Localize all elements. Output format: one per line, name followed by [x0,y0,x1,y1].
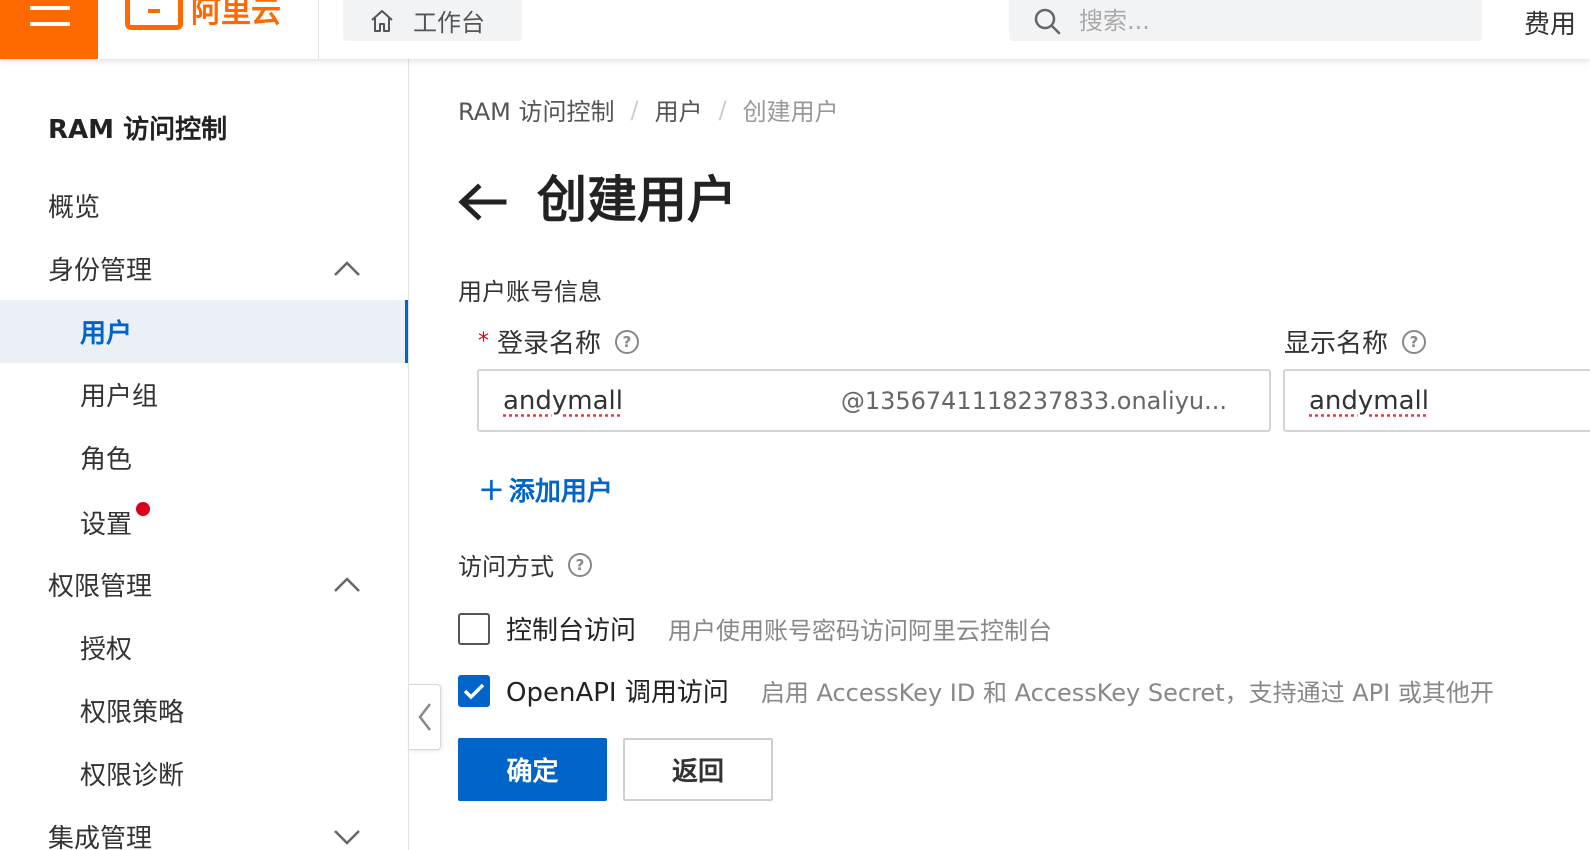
console-access-checkbox[interactable] [458,613,490,645]
display-name-label: 显示名称 ? [1284,323,1426,360]
access-section-title: 访问方式 ? [458,547,592,582]
sidebar-item-policies[interactable]: 权限策略 [0,679,409,742]
sidebar-item-overview[interactable]: 概览 [0,174,409,237]
brand-name: 阿里云 [191,0,281,28]
login-name-value: andymall [479,386,623,416]
openapi-access-option[interactable]: OpenAPI 调用访问 启用 AccessKey ID 和 AccessKey… [458,672,1494,709]
login-name-label: * 登录名称 ? [478,323,639,360]
add-user-button[interactable]: + 添加用户 [478,470,613,508]
display-name-value: andymall [1285,386,1429,416]
confirm-button[interactable]: 确定 [458,738,607,801]
sidebar-item-label: 权限策略 [80,692,184,729]
menu-icon-line [30,6,70,10]
sidebar-item-label: 集成管理 [48,818,152,850]
sidebar-group-identity[interactable]: 身份管理 [0,237,409,300]
login-name-domain-suffix: @1356741118237833.onaliyu... [841,387,1227,415]
console-access-label: 控制台访问 [506,610,636,647]
chevron-up-icon [333,255,361,283]
account-section-title: 用户账号信息 [458,272,602,307]
sidebar: RAM 访问控制 概览 身份管理 用户 用户组 角色 设置 权限管理 授权 权限… [0,59,409,850]
sidebar-group-integration[interactable]: 集成管理 [0,805,409,850]
sidebar-item-label: 授权 [80,629,132,666]
sidebar-title: RAM 访问控制 [48,109,227,146]
sidebar-item-user-groups[interactable]: 用户组 [0,363,409,426]
help-icon[interactable]: ? [615,330,639,354]
sidebar-item-label: 权限管理 [48,566,152,603]
sidebar-item-label: 权限诊断 [80,755,184,792]
sidebar-item-label: 用户 [80,313,132,350]
add-user-label: 添加用户 [509,471,613,508]
sidebar-item-users[interactable]: 用户 [0,300,409,363]
checkmark-icon [463,682,485,700]
required-marker: * [478,329,489,354]
menu-icon-line [30,22,70,26]
sidebar-item-roles[interactable]: 角色 [0,426,409,489]
search-icon [1033,7,1061,35]
sidebar-item-settings[interactable]: 设置 [0,491,409,554]
top-bar: 阿里云 工作台 费用 [0,0,1590,59]
search-box[interactable] [1009,0,1482,41]
sidebar-item-label: 身份管理 [48,250,152,287]
fee-menu[interactable]: 费用 [1524,4,1576,41]
sidebar-group-permissions[interactable]: 权限管理 [0,553,409,616]
help-icon[interactable]: ? [1402,330,1426,354]
openapi-access-checkbox[interactable] [458,675,490,707]
openapi-access-description: 启用 AccessKey ID 和 AccessKey Secret，支持通过 … [761,673,1494,708]
workbench-button[interactable]: 工作台 [343,0,522,41]
sidebar-collapse-button[interactable] [409,684,441,750]
search-input[interactable] [1079,7,1439,35]
sidebar-item-label: 概览 [48,187,100,224]
breadcrumb-item-current: 创建用户 [743,92,839,127]
hamburger-menu-button[interactable] [0,0,98,59]
breadcrumb-separator: / [630,96,638,124]
workbench-label: 工作台 [413,3,485,38]
chevron-up-icon [333,571,361,599]
section-title-text: 访问方式 [458,547,554,582]
sidebar-item-label: 角色 [80,439,132,476]
openapi-access-label: OpenAPI 调用访问 [506,672,729,709]
back-button[interactable]: 返回 [623,738,773,801]
breadcrumb-item-ram[interactable]: RAM 访问控制 [458,92,614,127]
display-name-label-text: 显示名称 [1284,323,1388,360]
back-arrow-icon[interactable] [456,180,508,224]
chevron-down-icon [333,823,361,850]
sidebar-item-label: 设置 [80,504,132,541]
chevron-left-icon [417,702,433,732]
notification-dot [136,502,150,516]
sidebar-item-label: 用户组 [80,376,158,413]
breadcrumb-item-users[interactable]: 用户 [655,92,703,127]
home-icon [369,8,395,34]
divider [318,0,319,59]
display-name-input[interactable]: andymall [1283,369,1590,432]
help-icon[interactable]: ? [568,553,592,577]
section-title-text: 用户账号信息 [458,272,602,307]
sidebar-item-diagnostics[interactable]: 权限诊断 [0,742,409,805]
aliyun-logo[interactable]: 阿里云 [125,0,281,34]
sidebar-item-grants[interactable]: 授权 [0,616,409,679]
aliyun-logo-icon [125,0,183,30]
login-name-input[interactable]: andymall @1356741118237833.onaliyu... [477,369,1271,432]
breadcrumb-separator: / [719,96,727,124]
breadcrumb: RAM 访问控制 / 用户 / 创建用户 [458,92,839,127]
console-access-option[interactable]: 控制台访问 用户使用账号密码访问阿里云控制台 [458,610,1052,647]
console-access-description: 用户使用账号密码访问阿里云控制台 [668,611,1052,646]
plus-icon: + [478,470,505,508]
login-name-label-text: 登录名称 [497,323,601,360]
page-title: 创建用户 [537,160,737,232]
